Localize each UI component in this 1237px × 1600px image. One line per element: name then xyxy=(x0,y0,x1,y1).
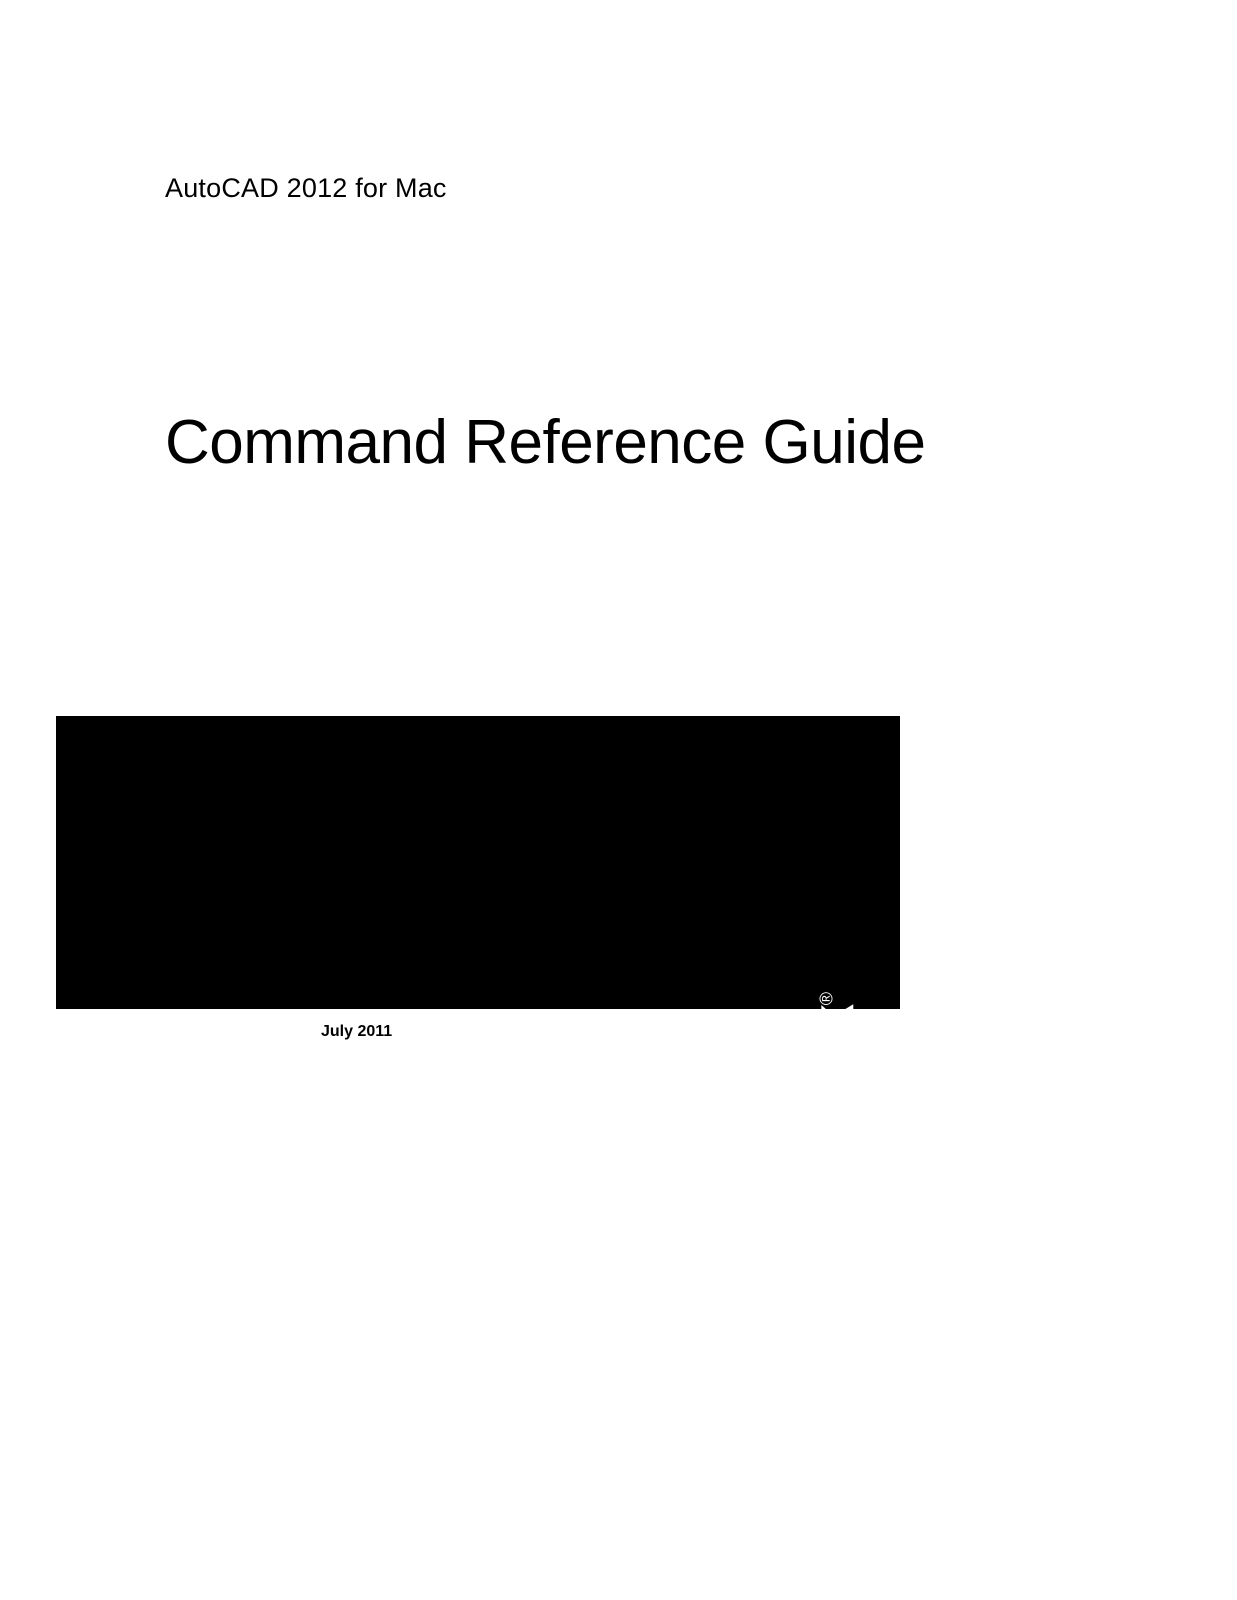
registered-mark: ® xyxy=(817,993,837,1005)
publisher-name: Autodesk xyxy=(800,1005,867,1270)
publication-date: July 2011 xyxy=(321,1023,392,1041)
publisher-logo: Autodesk® xyxy=(799,993,868,1271)
product-name: AutoCAD 2012 for Mac xyxy=(165,173,447,204)
document-cover-page: AutoCAD 2012 for Mac Command Reference G… xyxy=(0,0,1237,1600)
publisher-logo-bar: Autodesk® xyxy=(56,716,900,1009)
document-title: Command Reference Guide xyxy=(165,407,925,478)
